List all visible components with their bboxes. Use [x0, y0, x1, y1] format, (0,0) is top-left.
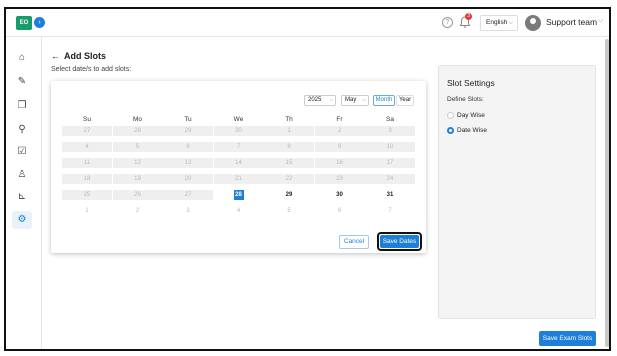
page-subtitle: Select date/s to add slots:	[51, 66, 132, 73]
save-exam-slots-button[interactable]: Save Exam Slots	[539, 331, 596, 346]
calendar-day[interactable]: 23	[314, 174, 365, 184]
weekday-header: Th	[285, 116, 293, 123]
help-icon[interactable]: ?	[442, 17, 453, 28]
calendar-day[interactable]: 15	[264, 158, 314, 168]
language-select[interactable]: English ⌵	[480, 15, 518, 31]
month-select[interactable]: May ⌵	[341, 95, 369, 106]
calendar-day[interactable]: 10	[365, 142, 415, 152]
month-value: May	[345, 97, 357, 103]
calendar-day[interactable]: 16	[314, 158, 365, 168]
define-slots-label: Define Slots:	[447, 96, 484, 103]
user-icon[interactable]: ♙	[15, 168, 29, 182]
checkbox-icon[interactable]: ☑	[15, 145, 29, 159]
view-month-toggle[interactable]: Month	[373, 95, 395, 106]
chevron-down-icon[interactable]: ⌵	[598, 17, 603, 25]
weekday-header: Su	[83, 116, 91, 123]
calendar-day[interactable]: 13	[163, 158, 213, 168]
calendar-day[interactable]: 22	[264, 174, 314, 184]
calendar-day[interactable]: 28	[214, 190, 264, 200]
notification-badge: 3	[465, 13, 472, 20]
calendar-day[interactable]: 17	[365, 158, 415, 168]
calendar-day[interactable]: 27	[163, 190, 213, 200]
calendar-day[interactable]: 3	[163, 206, 213, 216]
calendar-day[interactable]: 18	[62, 174, 112, 184]
copy-icon[interactable]: ❐	[15, 99, 29, 113]
date-wise-radio[interactable]	[447, 127, 454, 134]
calendar-day[interactable]: 30	[213, 126, 264, 136]
sidebar: ⌂ ✎ ❐ ⚲ ☑ ♙ ⊾ ⚙	[6, 37, 42, 349]
calendar-day[interactable]: 2	[314, 126, 365, 136]
calendar-day[interactable]: 11	[62, 158, 112, 168]
chevron-down-icon: ⌵	[329, 97, 333, 103]
chevron-down-icon: ⌵	[362, 97, 366, 103]
calendar-day[interactable]: 29	[264, 190, 314, 200]
chevron-down-icon: ⌵	[508, 20, 513, 26]
save-dates-label: Save Dates	[380, 235, 419, 248]
view-year-toggle[interactable]: Year	[396, 95, 414, 106]
calendar-day[interactable]: 7	[213, 142, 264, 152]
calendar-day[interactable]: 20	[163, 174, 213, 184]
calendar-day[interactable]: 24	[365, 174, 415, 184]
scrollbar[interactable]	[605, 39, 609, 347]
slot-settings-title: Slot Settings	[447, 78, 495, 88]
calendar-day[interactable]: 14	[213, 158, 264, 168]
calendar-day[interactable]: 30	[315, 190, 365, 200]
top-bar: EO › ? 3 English ⌵ Support team ⌵	[6, 9, 609, 37]
avatar[interactable]	[525, 15, 541, 31]
calendar-day[interactable]: 26	[112, 190, 163, 200]
calendar-day[interactable]: 6	[315, 206, 365, 216]
date-wise-label[interactable]: Date Wise	[457, 127, 487, 134]
calendar-day[interactable]: 3	[365, 126, 415, 136]
weekday-header: We	[233, 116, 244, 123]
date-picker-card: 2025 ⌵ May ⌵ Month Year Su Mo Tu We Th Fr Sa 27…	[51, 81, 426, 253]
org-logo[interactable]: EO	[16, 16, 32, 30]
year-value: 2025	[308, 97, 322, 103]
calendar-day[interactable]: 8	[264, 142, 314, 152]
calendar-day[interactable]: 29	[163, 126, 213, 136]
back-arrow-icon[interactable]: ←	[51, 51, 60, 61]
cancel-button[interactable]: Cancel	[339, 235, 369, 249]
calendar-day[interactable]: 25	[62, 190, 112, 200]
weekday-header: Sa	[386, 116, 394, 123]
calendar-day[interactable]: 31	[365, 190, 415, 200]
calendar-day[interactable]: 28	[112, 126, 163, 136]
selected-day[interactable]: 28	[233, 190, 244, 200]
home-icon[interactable]: ⌂	[15, 51, 29, 65]
calendar-day[interactable]: 2	[113, 206, 163, 216]
calendar-day[interactable]: 5	[112, 142, 163, 152]
app-window: EO › ? 3 English ⌵ Support team ⌵ ⌂ ✎ ❐ …	[4, 7, 611, 351]
calendar-day[interactable]: 6	[163, 142, 213, 152]
calendar-day[interactable]: 27	[62, 126, 112, 136]
calendar-day[interactable]: 4	[214, 206, 264, 216]
calendar-day[interactable]: 1	[62, 206, 112, 216]
calendar-day[interactable]: 5	[264, 206, 314, 216]
save-dates-button[interactable]: Save Dates	[377, 232, 422, 251]
calendar-day[interactable]: 21	[213, 174, 264, 184]
user-name[interactable]: Support team	[546, 17, 597, 27]
expand-sidebar-icon[interactable]: ›	[34, 17, 45, 28]
language-value: English	[486, 19, 508, 26]
chart-icon[interactable]: ⊾	[15, 190, 29, 204]
calendar-day[interactable]: 1	[264, 126, 314, 136]
day-wise-radio[interactable]	[447, 112, 454, 119]
year-select[interactable]: 2025 ⌵	[304, 95, 336, 106]
user-key-icon[interactable]: ⚲	[15, 123, 29, 137]
calendar-day[interactable]: 7	[365, 206, 415, 216]
weekday-header: Fr	[336, 116, 343, 123]
page-title: Add Slots	[64, 51, 106, 61]
calendar-day[interactable]: 4	[62, 142, 112, 152]
slot-settings-panel: Slot Settings Define Slots: Day Wise Dat…	[438, 65, 596, 319]
calendar-day[interactable]: 19	[112, 174, 163, 184]
calendar-day[interactable]: 9	[314, 142, 365, 152]
scroll-icon[interactable]: ✎	[15, 75, 29, 89]
day-wise-label[interactable]: Day Wise	[457, 112, 485, 119]
weekday-header: Tu	[184, 116, 192, 123]
calendar-settings-icon[interactable]: ⚙	[12, 211, 32, 229]
calendar-day[interactable]: 12	[112, 158, 163, 168]
weekday-header: Mo	[132, 116, 143, 123]
